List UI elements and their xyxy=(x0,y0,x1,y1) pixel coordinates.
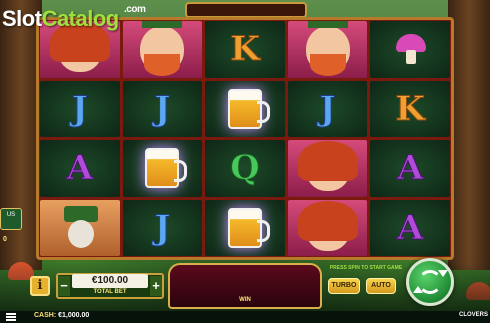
reel-grid: K J J J K A Q A J A xyxy=(40,21,450,256)
symbol-j: J xyxy=(287,80,368,137)
win-label: WIN xyxy=(239,297,251,303)
slotcatalog-logo: SlotCatalog .com xyxy=(2,4,146,32)
symbol-k: K xyxy=(205,21,285,78)
symbol-leprechaun xyxy=(122,21,203,78)
cash-display: CASH: €1,000.00 xyxy=(34,312,89,319)
info-button[interactable]: i xyxy=(30,276,50,296)
bet-decrease-button[interactable]: − xyxy=(58,276,70,296)
logo-slot-text: Slot xyxy=(2,6,42,31)
side-feature-label[interactable]: US xyxy=(0,208,22,230)
total-bet-label: TOTAL BET xyxy=(93,289,127,295)
symbol-q: Q xyxy=(205,140,285,197)
cash-value: €1,000.00 xyxy=(58,312,90,319)
symbol-a: A xyxy=(40,140,120,197)
turbo-button[interactable]: TURBO xyxy=(328,278,360,294)
symbol-rabbit xyxy=(40,199,120,256)
logo-com-text: .com xyxy=(124,4,146,15)
symbol-j: J xyxy=(122,80,203,137)
autoplay-button[interactable]: AUTO xyxy=(366,278,396,294)
bet-increase-button[interactable]: + xyxy=(150,276,162,296)
symbol-a: A xyxy=(370,140,450,197)
right-tree-trunk xyxy=(448,0,490,270)
symbol-beer xyxy=(205,80,285,137)
symbol-redhead-woman xyxy=(287,199,368,256)
symbol-k: K xyxy=(370,80,450,137)
header-ornament xyxy=(185,2,307,18)
symbol-leprechaun xyxy=(287,21,368,78)
symbol-redhead-woman xyxy=(287,140,368,197)
symbol-beer xyxy=(205,199,285,256)
total-bet-value: €100.00 xyxy=(72,274,148,288)
symbol-j: J xyxy=(122,199,203,256)
game-name: CLOVERS xyxy=(458,312,488,318)
symbol-beer xyxy=(122,140,203,197)
spin-arrow-head-icon xyxy=(438,270,448,277)
symbol-a: A xyxy=(370,199,450,256)
side-feature-value: 0 xyxy=(3,236,7,243)
symbol-mushroom xyxy=(370,21,450,78)
spin-arrow-head-icon xyxy=(413,286,423,293)
logo-catalog-text: Catalog xyxy=(41,6,120,31)
menu-icon[interactable] xyxy=(6,313,16,321)
cash-label: CASH: xyxy=(34,312,57,319)
symbol-j: J xyxy=(40,80,120,137)
press-spin-message: PRESS SPIN TO START GAME xyxy=(329,265,403,271)
